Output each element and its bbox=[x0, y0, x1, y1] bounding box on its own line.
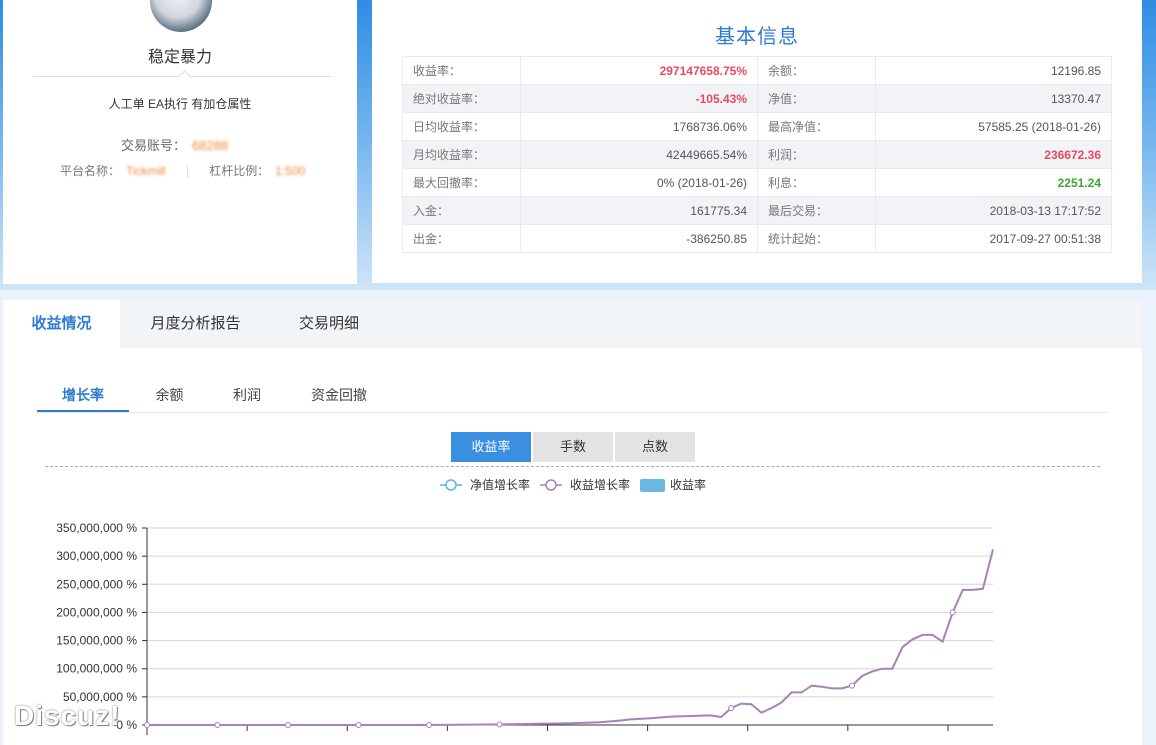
data-point bbox=[496, 721, 503, 728]
growth-chart: 净值增长率 收益增长率 收益率 350,000,000 % 300,000,000 % 2… bbox=[56, 477, 994, 735]
data-point bbox=[214, 722, 221, 728]
data-point bbox=[949, 609, 956, 616]
series-line bbox=[147, 549, 994, 726]
legend-marker bbox=[545, 479, 557, 491]
watermark-logo: Discuz! bbox=[14, 700, 121, 731]
y-tick-label: 250,000,000 % bbox=[56, 577, 137, 591]
data-point bbox=[849, 682, 855, 689]
data-point bbox=[144, 722, 150, 728]
y-tick-label: 150,000,000 % bbox=[56, 634, 137, 648]
data-point bbox=[285, 722, 291, 728]
y-tick-label: 350,000,000 % bbox=[56, 521, 137, 535]
legend-swatch bbox=[640, 479, 665, 492]
y-tick-label: 200,000,000 % bbox=[56, 605, 137, 619]
data-point bbox=[355, 722, 362, 728]
data-point bbox=[426, 722, 432, 728]
legend-label: 净值增长率 bbox=[470, 477, 530, 492]
legend-marker bbox=[445, 479, 457, 491]
y-tick-label: 100,000,000 % bbox=[56, 662, 137, 676]
y-tick-label: 300,000,000 % bbox=[56, 549, 137, 563]
legend-label: 收益增长率 bbox=[570, 477, 630, 492]
legend-label: 收益率 bbox=[670, 477, 706, 492]
data-point bbox=[728, 705, 735, 712]
